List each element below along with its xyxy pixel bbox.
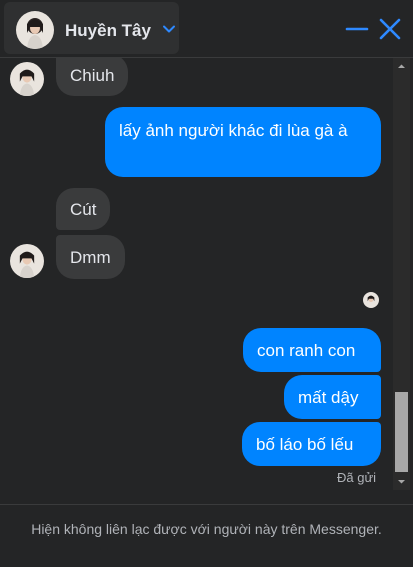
message-bubble[interactable]: mất dậy (284, 375, 381, 419)
scroll-down-arrow-icon[interactable] (393, 473, 410, 490)
message-text: bố láo bố lếu (256, 434, 354, 454)
message-text: lấy ảnh người khác đi lùa gà à (119, 121, 348, 140)
message-bubble[interactable]: Chiuh (56, 58, 129, 96)
sent-status: Đã gửi (337, 470, 377, 485)
scrollbar-thumb[interactable] (395, 392, 408, 472)
message-text: Cút (70, 199, 97, 219)
avatar[interactable] (10, 244, 44, 278)
minimize-icon (345, 27, 369, 31)
message-text: con ranh con (257, 340, 356, 360)
message-bubble[interactable]: Dmm (56, 235, 125, 279)
contact-header-button[interactable]: Huyền Tây (4, 2, 179, 54)
message-list[interactable]: Chiuh lấy ảnh người khác đi lùa gà à Cút… (0, 58, 393, 490)
close-button[interactable] (377, 16, 403, 42)
message-bubble[interactable]: Cút (56, 188, 111, 230)
avatar[interactable] (16, 11, 54, 49)
message-bubble[interactable]: bố láo bố lếu (242, 422, 381, 466)
contact-name[interactable]: Huyền Tây (65, 21, 151, 41)
scrollbar[interactable] (393, 58, 410, 490)
unavailable-notice: Hiện không liên lạc được với người này t… (31, 521, 382, 537)
chat-header: Huyền Tây (0, 0, 413, 58)
message-text: Chiuh (70, 65, 115, 85)
message-text: mất dậy (298, 387, 359, 407)
seen-avatar (363, 292, 379, 308)
chat-window: Huyền Tây Chiuh lấy ảnh người khác đi lù… (0, 0, 413, 567)
chat-footer: Hiện không liên lạc được với người này t… (0, 504, 413, 567)
minimize-button[interactable] (344, 16, 370, 42)
message-text: Dmm (70, 247, 111, 267)
avatar[interactable] (10, 62, 44, 96)
chevron-down-icon[interactable] (161, 21, 177, 37)
close-icon (379, 18, 401, 40)
message-bubble[interactable]: lấy ảnh người khác đi lùa gà à (105, 107, 381, 177)
message-bubble[interactable]: con ranh con (243, 328, 381, 372)
scroll-up-arrow-icon[interactable] (393, 58, 410, 75)
